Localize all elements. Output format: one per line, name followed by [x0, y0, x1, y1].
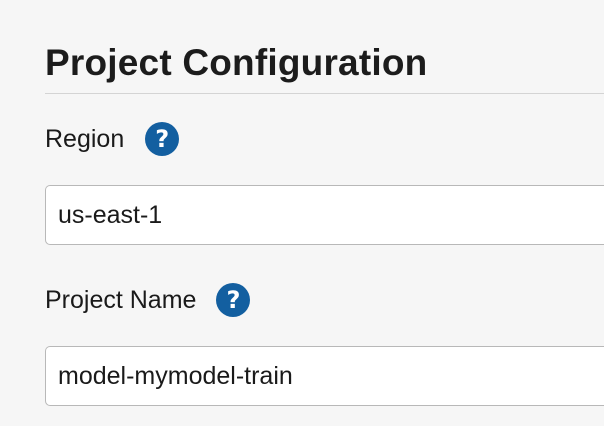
section-title: Project Configuration: [45, 42, 428, 83]
region-help-icon[interactable]: ?: [145, 122, 180, 156]
region-label: Region: [45, 125, 125, 153]
project-name-label: Project Name: [45, 286, 197, 314]
project-name-input[interactable]: [45, 346, 604, 406]
region-input[interactable]: [45, 185, 604, 245]
project-configuration-panel: Project Configuration Region ? Project N…: [45, 0, 604, 426]
project-name-label-row: Project Name ?: [45, 282, 251, 318]
region-label-row: Region ?: [45, 121, 180, 157]
section-divider: [45, 93, 604, 94]
project-name-help-icon[interactable]: ?: [216, 283, 251, 317]
